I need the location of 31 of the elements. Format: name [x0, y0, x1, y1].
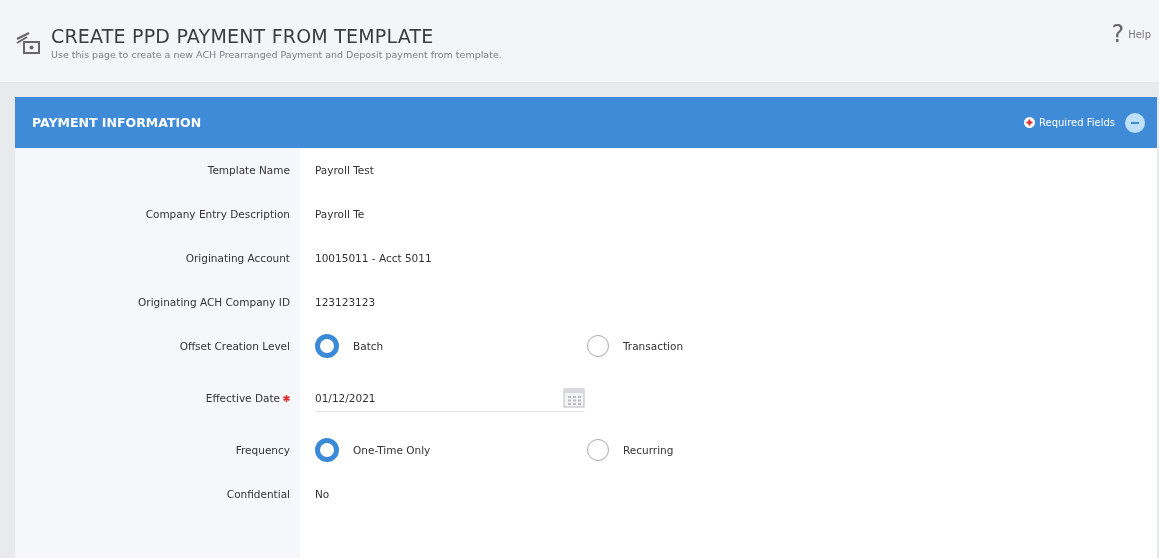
help-icon[interactable]: ?: [1111, 22, 1125, 46]
field-label: Offset Creation Level: [179, 340, 290, 352]
collapse-button[interactable]: [1125, 112, 1145, 133]
date-field[interactable]: 01/12/2021: [315, 391, 515, 404]
required-icon: [1024, 117, 1035, 128]
field-value: Payroll Te: [314, 208, 365, 220]
field-label: Originating ACH Company ID: [138, 296, 290, 308]
required-fields-note: Required Fields: [1039, 117, 1115, 128]
radio-icon[interactable]: [315, 334, 339, 358]
field-label: Effective Date: [205, 392, 280, 404]
field-value: 123123123: [314, 296, 376, 308]
radio-icon[interactable]: [587, 335, 609, 357]
field-value: 10015011 - Acct 5011: [314, 252, 432, 264]
field-label: Frequency: [235, 444, 290, 456]
page-title: CREATE PPD PAYMENT FROM TEMPLATE: [51, 24, 435, 47]
field-label: Confidential: [226, 488, 290, 500]
radio-option[interactable]: One-Time Only: [315, 438, 587, 462]
radio-icon[interactable]: [587, 439, 609, 461]
page-description: Use this page to create a new ACH Prearranged Payment and Deposit payment from template.: [51, 48, 503, 60]
help-label[interactable]: Help: [1128, 28, 1151, 40]
radio-icon[interactable]: [315, 438, 339, 462]
calendar-icon[interactable]: [563, 387, 585, 408]
radio-option[interactable]: Batch: [315, 334, 587, 358]
field-label: Template Name: [207, 164, 290, 176]
radio-option[interactable]: Transaction: [587, 334, 787, 358]
field-label: Originating Account: [185, 252, 290, 264]
radio-option[interactable]: Recurring: [587, 438, 787, 462]
field-value: No: [314, 488, 330, 500]
field-label: Company Entry Description: [145, 208, 290, 220]
field-value: Payroll Test: [314, 164, 374, 176]
panel-title: PAYMENT INFORMATION: [32, 115, 203, 130]
